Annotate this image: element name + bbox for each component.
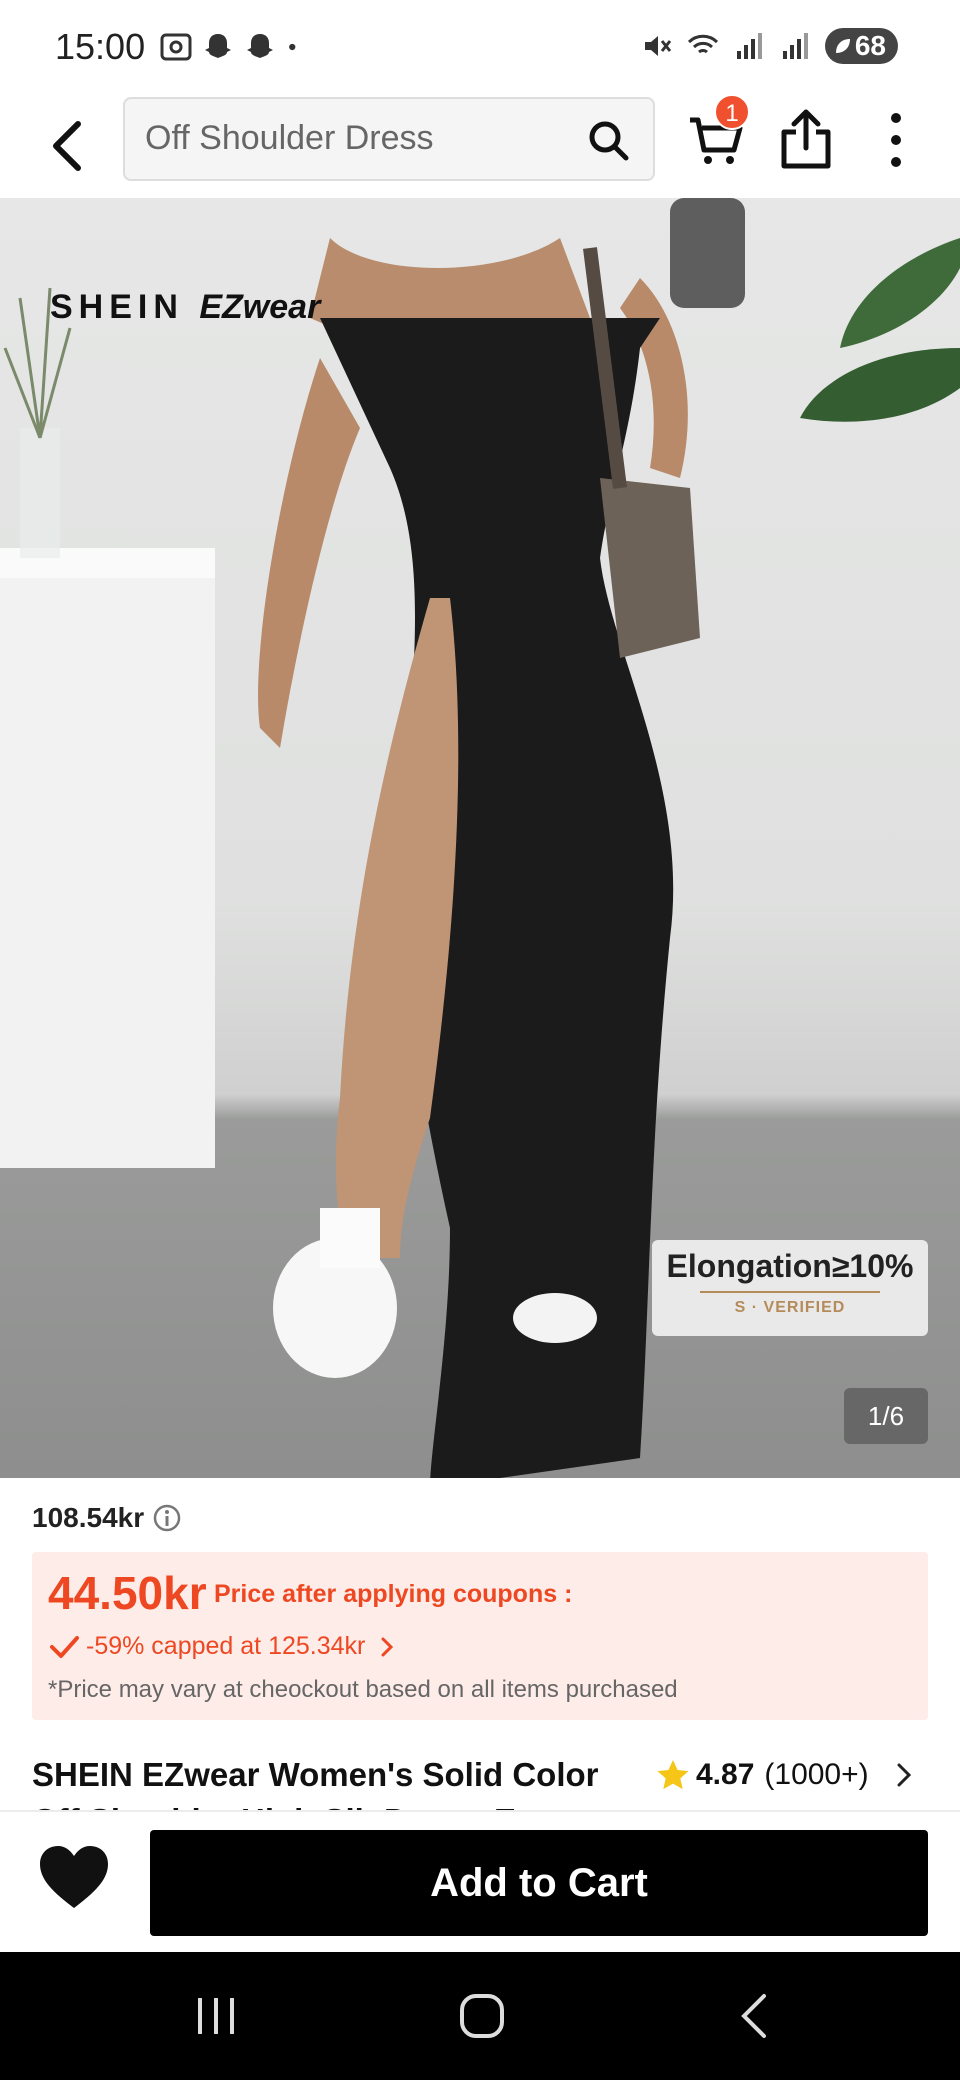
verified-label: S · VERIFIED <box>734 1299 846 1316</box>
screenshot-icon <box>160 33 192 61</box>
battery-level: 68 <box>854 30 886 61</box>
discount-text: -59% capped at 125.34kr <box>86 1632 366 1660</box>
rating-value: 4.87 <box>696 1758 755 1791</box>
mute-icon <box>644 36 672 56</box>
wifi-icon <box>687 34 718 54</box>
review-count: (1000+) <box>764 1758 869 1791</box>
bottom-action-bar: Add to Cart <box>0 1810 960 1952</box>
signal-icon <box>782 33 808 59</box>
back-button[interactable] <box>40 116 96 176</box>
share-icon[interactable] <box>778 108 834 170</box>
snapchat-icon <box>205 34 231 58</box>
status-left-icons <box>160 32 306 62</box>
info-icon[interactable] <box>152 1503 182 1533</box>
add-to-cart-button[interactable]: Add to Cart <box>150 1830 928 1936</box>
chevron-right-icon <box>897 1763 911 1787</box>
system-nav-bar <box>0 1952 960 2080</box>
product-title: SHEIN EZwear Women's Solid Color Off Sho… <box>32 1756 599 1810</box>
discount-row[interactable]: -59% capped at 125.34kr <box>48 1632 397 1661</box>
brand-prefix: SHEIN <box>50 288 200 326</box>
status-time: 15:00 <box>55 26 146 67</box>
dot-icon <box>289 43 296 51</box>
product-title-row[interactable]: SHEIN EZwear Women's Solid Color Off Sho… <box>32 1752 928 1810</box>
more-options-icon[interactable] <box>880 108 912 172</box>
coupon-label: Price after applying coupons : <box>214 1580 573 1608</box>
elongation-title: Elongation≥10% <box>666 1248 914 1284</box>
heart-icon[interactable] <box>36 1842 112 1914</box>
check-icon <box>50 1635 79 1658</box>
elongation-badge: Elongation≥10% S · VERIFIED <box>652 1240 928 1336</box>
signal-icon <box>736 33 762 59</box>
brand-logo: SHEIN EZwear <box>50 288 320 327</box>
cart-count-badge: 1 <box>714 94 750 130</box>
chevron-left-icon <box>53 121 81 171</box>
home-icon[interactable] <box>458 1990 506 2042</box>
battery-indicator: 68 <box>824 28 898 64</box>
search-query: Off Shoulder Dress <box>145 119 434 157</box>
status-bar: 15:00 68 <box>0 0 960 96</box>
top-nav: Off Shoulder Dress 1 <box>0 94 960 198</box>
search-input[interactable]: Off Shoulder Dress <box>123 97 655 181</box>
price-note: *Price may vary at cheockout based on al… <box>48 1676 678 1703</box>
leaf-icon <box>835 39 850 53</box>
divider <box>700 1291 880 1293</box>
snapchat-icon <box>247 34 273 58</box>
back-nav-icon[interactable] <box>734 1990 774 2042</box>
image-page-indicator: 1/6 <box>844 1388 928 1444</box>
original-price: 108.54kr <box>32 1502 145 1533</box>
brand-suffix: EZwear <box>199 288 321 326</box>
search-icon[interactable] <box>585 117 633 165</box>
chevron-right-icon <box>381 1637 394 1656</box>
coupon-price-box[interactable]: 44.50kr Price after applying coupons : -… <box>32 1552 928 1720</box>
star-icon <box>657 1760 689 1790</box>
app-root: 15:00 68 Off Shoulder Dress 1 SHEIN EZwe… <box>0 0 960 2080</box>
original-price-row: 108.54kr <box>32 1502 182 1534</box>
recent-apps-icon[interactable] <box>192 1994 240 2038</box>
coupon-price: 44.50kr <box>48 1567 207 1619</box>
status-right-icons: 68 <box>641 28 898 64</box>
rating-summary[interactable]: 4.87 (1000+) <box>656 1758 915 1792</box>
product-image-carousel[interactable]: SHEIN EZwear Elongation≥10% S · VERIFIED… <box>0 198 960 1478</box>
